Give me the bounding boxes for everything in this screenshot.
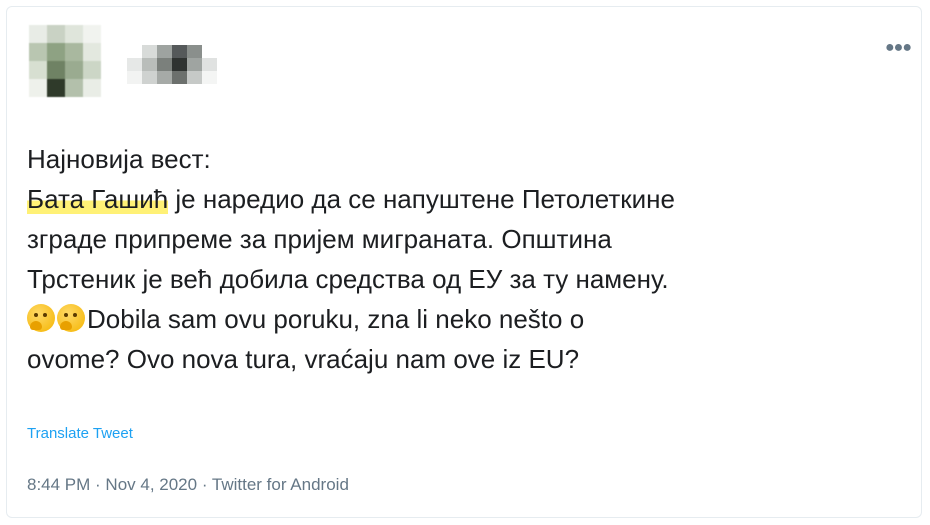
tweet-line-4: Трстеник је већ добила средства од ЕУ за… (27, 264, 669, 294)
tweet-line-3: зграде припреме за пријем миграната. Опш… (27, 224, 612, 254)
tweet-line-5-text: Dobila sam ovu poruku, zna li neko nešto… (87, 304, 585, 334)
tweet-line-6: ovome? Ovo nova tura, vraćaju nam ove iz… (27, 344, 580, 374)
tweet-line-2-rest: је наредио да се напуштене Петолеткине (168, 184, 675, 214)
user-name-blurred[interactable] (127, 45, 217, 85)
tweet-card: ●●● Најновија вест: Бата Гашић је нареди… (6, 6, 922, 518)
more-options-icon[interactable]: ●●● (885, 39, 912, 57)
tweet-timestamp[interactable]: 8:44 PM · Nov 4, 2020 · Twitter for Andr… (27, 475, 349, 495)
tweet-line-2: Бата Гашић је наредио да се напуштене Пе… (27, 179, 927, 219)
highlighted-name: Бата Гашић (27, 184, 169, 214)
thinking-face-icon (27, 304, 55, 332)
thinking-face-icon (57, 304, 85, 332)
translate-tweet-link[interactable]: Translate Tweet (27, 425, 133, 442)
tweet-line-1: Најновија вест: (27, 144, 211, 174)
tweet-text: Најновија вест: Бата Гашић је наредио да… (27, 139, 927, 379)
avatar[interactable] (29, 25, 101, 97)
tweet-line-5: Dobila sam ovu poruku, zna li neko nešto… (27, 299, 927, 339)
